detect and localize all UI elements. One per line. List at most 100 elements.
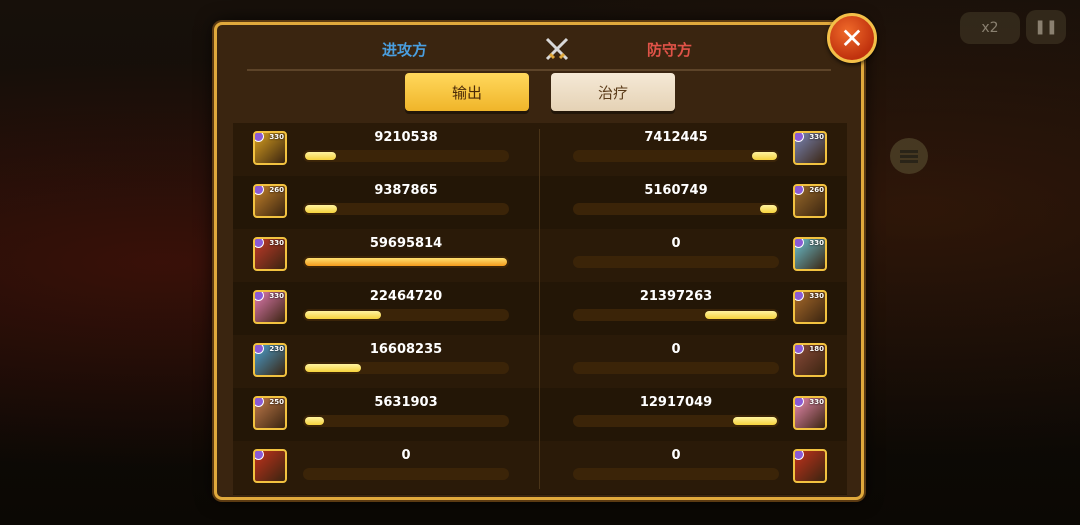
hero-avatar[interactable]: 250 xyxy=(253,396,287,430)
damage-value: 0 xyxy=(671,236,681,251)
star-badge-icon xyxy=(795,133,804,142)
damage-bar xyxy=(303,203,509,215)
damage-bar xyxy=(303,415,509,427)
star-badge-icon xyxy=(795,292,804,301)
damage-bar xyxy=(573,150,779,162)
list-item: 330 9210538 330 7412445 xyxy=(233,123,847,176)
hero-avatar[interactable]: 330 xyxy=(793,237,827,271)
damage-value: 59695814 xyxy=(369,236,443,251)
damage-value: 16608235 xyxy=(369,342,443,357)
defender-label: 防守方 xyxy=(647,41,693,59)
pause-button[interactable]: ❚❚ xyxy=(1026,10,1066,44)
list-item: 330 59695814 330 0 xyxy=(233,229,847,282)
damage-value: 0 xyxy=(401,448,411,463)
hero-avatar[interactable] xyxy=(793,449,827,483)
crossed-swords-icon xyxy=(545,37,569,61)
hero-level: 250 xyxy=(269,398,284,406)
battle-stats-panel: 进攻方 防守方 ✕ 输出 治疗 330 9210538 330 7412445 260 9… xyxy=(214,13,877,500)
damage-bar-fill xyxy=(305,417,324,425)
damage-bar xyxy=(303,362,509,374)
damage-bar-fill xyxy=(733,417,777,425)
hero-avatar[interactable] xyxy=(253,449,287,483)
hero-avatar[interactable]: 330 xyxy=(253,290,287,324)
hero-avatar[interactable]: 180 xyxy=(793,343,827,377)
close-icon: ✕ xyxy=(840,21,864,55)
damage-bar xyxy=(303,309,509,321)
star-badge-icon xyxy=(255,451,264,460)
damage-bar-fill xyxy=(760,205,777,213)
damage-value: 21397263 xyxy=(639,289,713,304)
hero-level: 330 xyxy=(809,398,824,406)
list-item: 330 22464720 330 21397263 xyxy=(233,282,847,335)
damage-bar-fill xyxy=(305,364,361,372)
star-badge-icon xyxy=(795,451,804,460)
hero-level: 330 xyxy=(809,133,824,141)
damage-bar xyxy=(303,468,509,480)
damage-bar-fill xyxy=(305,205,337,213)
damage-value: 9387865 xyxy=(374,183,438,198)
damage-bar xyxy=(573,203,779,215)
hero-avatar[interactable]: 230 xyxy=(253,343,287,377)
battle-menu-button[interactable] xyxy=(890,138,928,174)
hero-avatar[interactable]: 330 xyxy=(253,131,287,165)
damage-bar xyxy=(573,468,779,480)
speed-toggle-button[interactable]: x2 xyxy=(960,12,1020,44)
hero-stats-list: 330 9210538 330 7412445 260 9387865 260 5160749… xyxy=(233,123,847,495)
star-badge-icon xyxy=(795,398,804,407)
star-badge-icon xyxy=(255,398,264,407)
star-badge-icon xyxy=(255,186,264,195)
star-badge-icon xyxy=(255,239,264,248)
hero-level: 230 xyxy=(269,345,284,353)
hero-avatar[interactable]: 260 xyxy=(793,184,827,218)
pause-icon: ❚❚ xyxy=(1034,19,1058,35)
damage-bar-fill xyxy=(705,311,777,319)
list-item: 260 9387865 260 5160749 xyxy=(233,176,847,229)
star-badge-icon xyxy=(795,345,804,354)
damage-bar xyxy=(573,415,779,427)
damage-value: 0 xyxy=(671,448,681,463)
hero-level: 260 xyxy=(269,186,284,194)
damage-bar-fill xyxy=(305,258,507,266)
damage-bar-fill xyxy=(305,311,381,319)
hero-level: 330 xyxy=(269,292,284,300)
star-badge-icon xyxy=(255,292,264,301)
hero-avatar[interactable]: 330 xyxy=(253,237,287,271)
damage-bar xyxy=(573,309,779,321)
hero-level: 330 xyxy=(809,239,824,247)
tab-damage-output[interactable]: 输出 xyxy=(405,73,529,111)
damage-bar-fill xyxy=(305,152,336,160)
damage-value: 9210538 xyxy=(374,130,438,145)
star-badge-icon xyxy=(795,186,804,195)
hero-level: 330 xyxy=(269,133,284,141)
damage-value: 5631903 xyxy=(374,395,438,410)
hero-avatar[interactable]: 260 xyxy=(253,184,287,218)
attacker-label: 进攻方 xyxy=(382,41,428,59)
damage-value: 12917049 xyxy=(639,395,713,410)
hero-level: 330 xyxy=(269,239,284,247)
hero-level: 260 xyxy=(809,186,824,194)
tab-healing[interactable]: 治疗 xyxy=(551,73,675,111)
hero-avatar[interactable]: 330 xyxy=(793,131,827,165)
damage-bar xyxy=(573,362,779,374)
list-item: 250 5631903 330 12917049 xyxy=(233,388,847,441)
star-badge-icon xyxy=(255,345,264,354)
close-button[interactable]: ✕ xyxy=(827,13,877,63)
damage-value: 22464720 xyxy=(369,289,443,304)
damage-bar xyxy=(303,150,509,162)
damage-bar xyxy=(573,256,779,268)
hero-level: 330 xyxy=(809,292,824,300)
damage-bar-fill xyxy=(752,152,777,160)
list-item: 230 16608235 180 0 xyxy=(233,335,847,388)
damage-value: 7412445 xyxy=(644,130,708,145)
list-item: 00 xyxy=(233,441,847,494)
damage-value: 0 xyxy=(671,342,681,357)
damage-bar xyxy=(303,256,509,268)
star-badge-icon xyxy=(795,239,804,248)
list-icon xyxy=(900,148,918,165)
star-badge-icon xyxy=(255,133,264,142)
panel-header: 进攻方 防守方 xyxy=(247,31,831,71)
damage-value: 5160749 xyxy=(644,183,708,198)
hero-avatar[interactable]: 330 xyxy=(793,396,827,430)
hero-avatar[interactable]: 330 xyxy=(793,290,827,324)
hero-level: 180 xyxy=(809,345,824,353)
